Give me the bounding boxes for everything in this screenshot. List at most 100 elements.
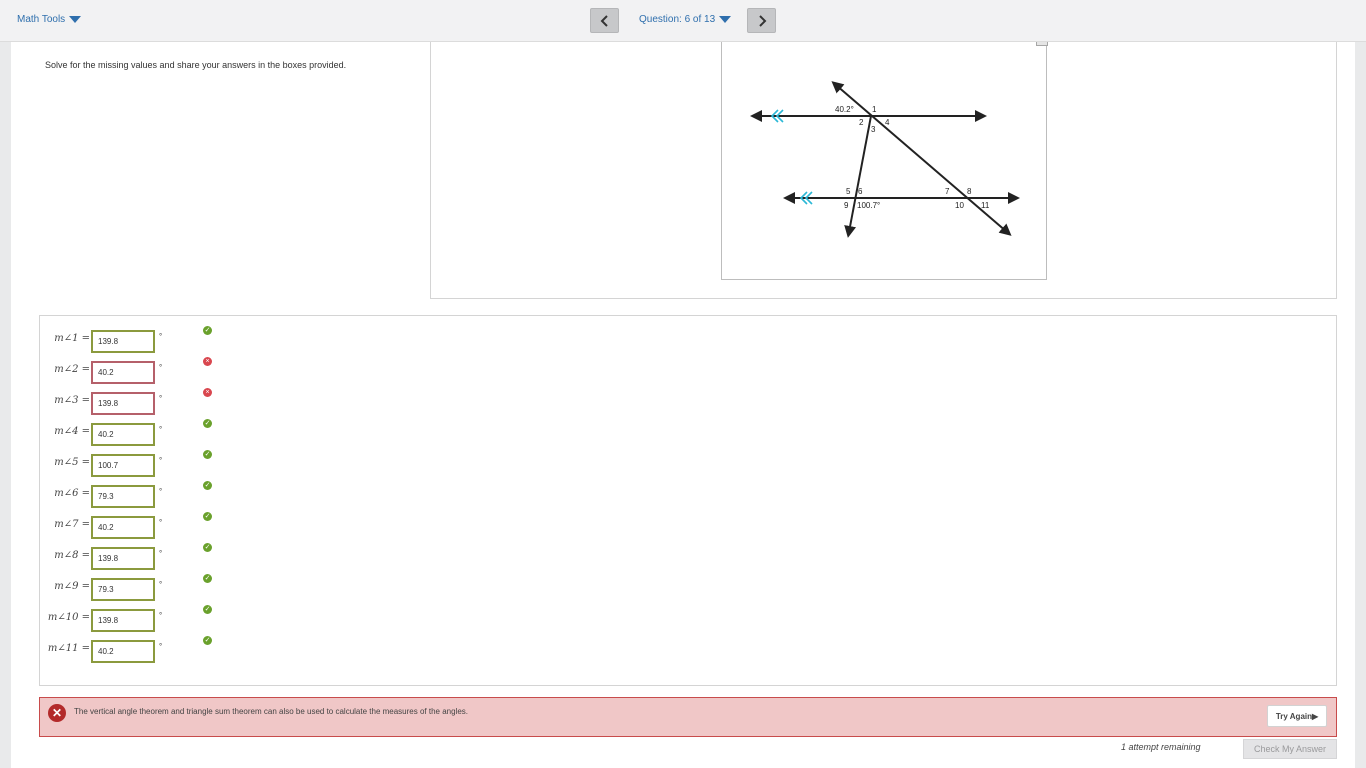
answer-value: 79.3: [98, 585, 114, 594]
angle-answer-input[interactable]: 139.8 ✓: [91, 326, 212, 353]
answer-value: 139.8: [98, 554, 119, 563]
degree-symbol: °: [159, 332, 163, 341]
angle-label-given-bottom: 100.7°: [857, 201, 880, 210]
next-question-button[interactable]: [747, 8, 776, 33]
angle-label: m∠7 =: [54, 519, 90, 530]
angle-answer-input[interactable]: 40.2 ✓: [91, 419, 212, 446]
correct-icon: ✓: [203, 326, 212, 335]
answer-value: 100.7: [98, 461, 119, 470]
angle-label: m∠11 =: [47, 643, 90, 654]
degree-symbol: °: [159, 456, 163, 465]
angle-label-3: 3: [871, 125, 876, 134]
attempts-remaining: 1 attempt remaining: [1121, 742, 1201, 752]
angle-answer-input[interactable]: 79.3 ✓: [91, 574, 212, 601]
parallel-lines-diagram: 40.2° 1 2 3 4 5 6 7 8 9 100.7° 10 11: [750, 81, 1020, 238]
answer-row: m∠8 = 139.8 ✓ °: [40, 543, 240, 573]
angle-label-7: 7: [945, 187, 950, 196]
correct-icon: ✓: [203, 605, 212, 614]
angle-label: m∠5 =: [54, 457, 90, 468]
answer-value: 40.2: [98, 430, 114, 439]
answer-row: m∠3 = 139.8 × °: [40, 388, 240, 418]
angle-label-given-top: 40.2°: [835, 105, 854, 114]
chevron-down-icon: [69, 16, 82, 23]
correct-icon: ✓: [203, 481, 212, 490]
chevron-right-icon: [758, 14, 766, 27]
feedback-banner: ✕ The vertical angle theorem and triangl…: [39, 697, 1337, 737]
answer-row: m∠11 = 40.2 ✓ °: [40, 636, 240, 666]
correct-icon: ✓: [203, 419, 212, 428]
angle-answer-input[interactable]: 40.2 ×: [91, 357, 212, 384]
chevron-left-icon: [600, 14, 608, 27]
angle-answer-input[interactable]: 40.2 ✓: [91, 512, 212, 539]
error-icon: ✕: [48, 704, 66, 722]
angle-label-1: 1: [872, 105, 877, 114]
degree-symbol: °: [159, 611, 163, 620]
figure-panel: 40.2° 1 2 3 4 5 6 7 8 9 100.7° 10 11: [430, 38, 1337, 299]
angle-label-8: 8: [967, 187, 972, 196]
answer-row: m∠5 = 100.7 ✓ °: [40, 450, 240, 480]
try-again-button[interactable]: Try Again▶: [1267, 705, 1327, 727]
correct-icon: ✓: [203, 574, 212, 583]
answer-row: m∠7 = 40.2 ✓ °: [40, 512, 240, 542]
answer-row: m∠6 = 79.3 ✓ °: [40, 481, 240, 511]
degree-symbol: °: [159, 363, 163, 372]
question-page: Solve for the missing values and share y…: [11, 38, 1355, 768]
math-tools-label: Math Tools: [17, 14, 66, 25]
incorrect-icon: ×: [203, 357, 212, 366]
answers-panel: m∠1 = 139.8 ✓ ° m∠2 = 40.2 × ° m∠3 = 139.8 × ° m∠4 =…: [39, 315, 1337, 686]
angle-label-2: 2: [859, 118, 864, 127]
answer-row: m∠4 = 40.2 ✓ °: [40, 419, 240, 449]
answer-row: m∠10 = 139.8 ✓ °: [40, 605, 240, 635]
math-tools-menu[interactable]: Math Tools: [17, 14, 82, 25]
angle-label: m∠2 =: [54, 364, 90, 375]
feedback-text: The vertical angle theorem and triangle …: [74, 707, 469, 716]
angle-label-6: 6: [858, 187, 863, 196]
correct-icon: ✓: [203, 543, 212, 552]
angle-label: m∠4 =: [54, 426, 90, 437]
angle-label-10: 10: [955, 201, 964, 210]
correct-icon: ✓: [203, 450, 212, 459]
angle-label: m∠1 =: [54, 333, 90, 344]
angle-answer-input[interactable]: 40.2 ✓: [91, 636, 212, 663]
geometry-figure: 40.2° 1 2 3 4 5 6 7 8 9 100.7° 10 11: [721, 38, 1048, 280]
angle-answer-input[interactable]: 79.3 ✓: [91, 481, 212, 508]
angle-label-4: 4: [885, 118, 890, 127]
degree-symbol: °: [159, 549, 163, 558]
answer-value: 139.8: [98, 616, 119, 625]
angle-label: m∠3 =: [54, 395, 90, 406]
chevron-down-icon: [719, 16, 732, 23]
angle-label: m∠10 =: [47, 612, 90, 623]
check-answer-button[interactable]: Check My Answer: [1243, 739, 1337, 759]
angle-label-5: 5: [846, 187, 851, 196]
degree-symbol: °: [159, 642, 163, 651]
answer-value: 40.2: [98, 523, 114, 532]
answer-value: 79.3: [98, 492, 114, 501]
question-selector[interactable]: Question: 6 of 13: [639, 14, 732, 25]
degree-symbol: °: [159, 394, 163, 403]
angle-label: m∠9 =: [54, 581, 90, 592]
degree-symbol: °: [159, 425, 163, 434]
answer-row: m∠9 = 79.3 ✓ °: [40, 574, 240, 604]
answer-value: 139.8: [98, 399, 119, 408]
angle-label-9: 9: [844, 201, 849, 210]
transversal-steep: [844, 115, 872, 238]
answer-row: m∠2 = 40.2 × °: [40, 357, 240, 387]
question-prompt: Solve for the missing values and share y…: [45, 60, 347, 70]
top-toolbar: Math Tools Question: 6 of 13: [0, 0, 1366, 42]
incorrect-icon: ×: [203, 388, 212, 397]
answer-value: 40.2: [98, 368, 114, 377]
angle-answer-input[interactable]: 139.8 ×: [91, 388, 212, 415]
correct-icon: ✓: [203, 636, 212, 645]
degree-symbol: °: [159, 487, 163, 496]
correct-icon: ✓: [203, 512, 212, 521]
angle-answer-input[interactable]: 139.8 ✓: [91, 543, 212, 570]
angle-answer-input[interactable]: 100.7 ✓: [91, 450, 212, 477]
question-label: Question: 6 of 13: [639, 14, 716, 25]
answer-value: 139.8: [98, 337, 119, 346]
answer-value: 40.2: [98, 647, 114, 656]
previous-question-button[interactable]: [590, 8, 619, 33]
degree-symbol: °: [159, 518, 163, 527]
angle-label-11: 11: [981, 201, 990, 210]
angle-answer-input[interactable]: 139.8 ✓: [91, 605, 212, 632]
answer-row: m∠1 = 139.8 ✓ °: [40, 326, 240, 356]
